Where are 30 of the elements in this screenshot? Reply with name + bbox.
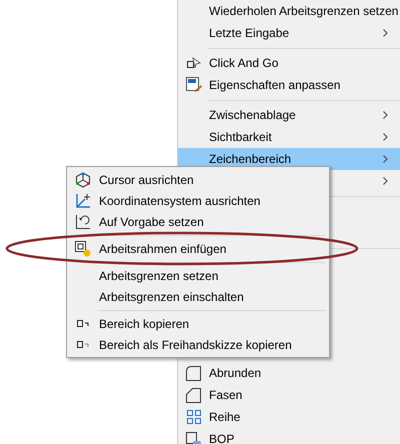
menu-item[interactable]: Arbeitsgrenzen setzen [67, 265, 329, 286]
copy-area-icon [77, 341, 89, 348]
menu-item[interactable]: Zwischenablage [178, 104, 400, 126]
brush-window-icon [186, 77, 202, 93]
menu-item[interactable]: Click And Go [178, 52, 400, 74]
menu-item[interactable]: Letzte Eingabe [178, 22, 400, 44]
menu-item[interactable]: Abrunden [178, 362, 400, 384]
menu-item[interactable]: Auf Vorgabe setzen [67, 211, 329, 232]
undo-corner-icon [75, 214, 91, 230]
menu-item[interactable]: Cursor ausrichten [67, 169, 329, 190]
menu-item[interactable]: Bereich als Freihandskizze kopieren [67, 334, 329, 355]
menu-item[interactable]: Arbeitsrahmen einfügen [67, 238, 329, 259]
frame-dot-icon [75, 240, 91, 256]
axes-icon [75, 192, 91, 208]
menu-item[interactable]: Bereich kopieren [67, 313, 329, 334]
menu-item[interactable]: BOP [178, 428, 400, 444]
cursor-box-icon [186, 57, 200, 69]
rounded-corner-icon [186, 366, 201, 380]
menu-item[interactable]: Sichtbarkeit [178, 126, 400, 148]
menu-item[interactable]: Reihe [178, 406, 400, 428]
menu-item[interactable]: Eigenschaften anpassen [178, 74, 400, 96]
menu-item[interactable]: Arbeitsgrenzen einschalten [67, 286, 329, 307]
menu-item[interactable]: Fasen [178, 384, 400, 406]
cube-axes-icon [75, 172, 91, 188]
chamfer-icon [186, 388, 201, 402]
box-link-icon [186, 432, 202, 444]
menu-item[interactable]: Koordinatensystem ausrichten [67, 190, 329, 211]
grid-icon [186, 410, 200, 424]
copy-area-icon [77, 320, 89, 327]
menu-item[interactable]: Wiederholen Arbeitsgrenzen setzen [178, 0, 400, 22]
